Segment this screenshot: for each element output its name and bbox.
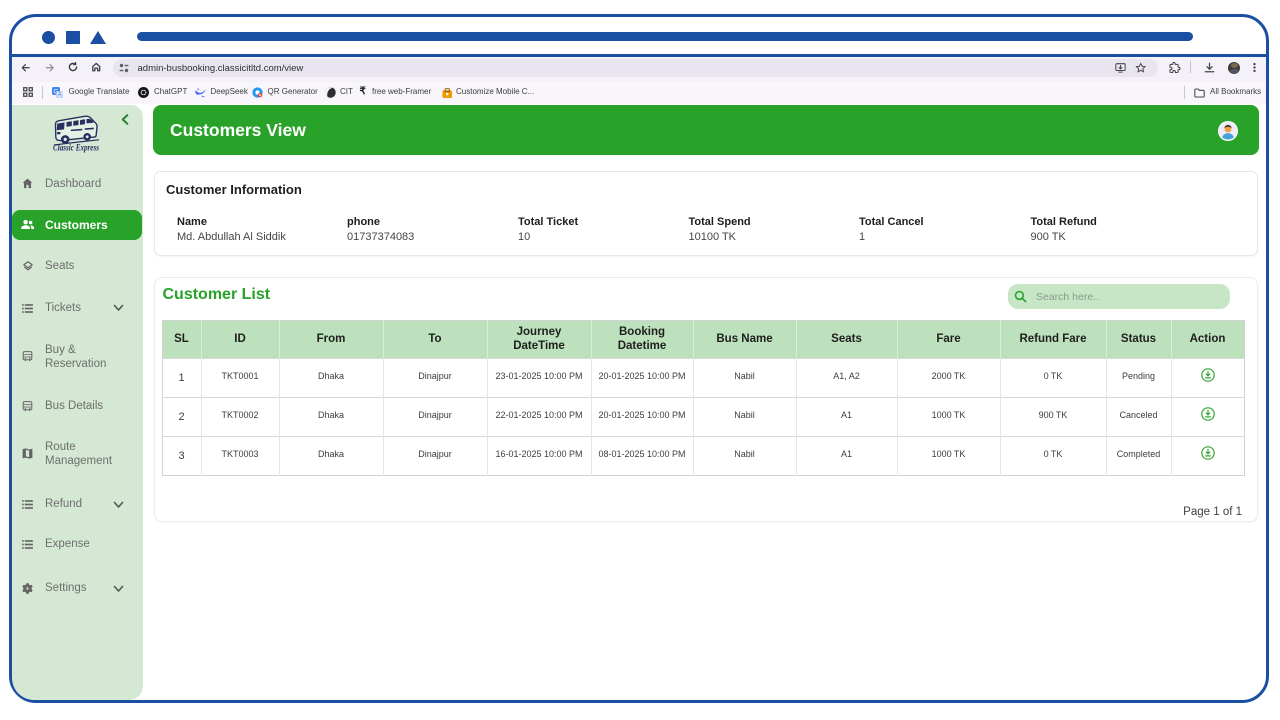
svg-text:A: A <box>58 93 62 98</box>
svg-text:Classic Express: Classic Express <box>53 144 99 154</box>
